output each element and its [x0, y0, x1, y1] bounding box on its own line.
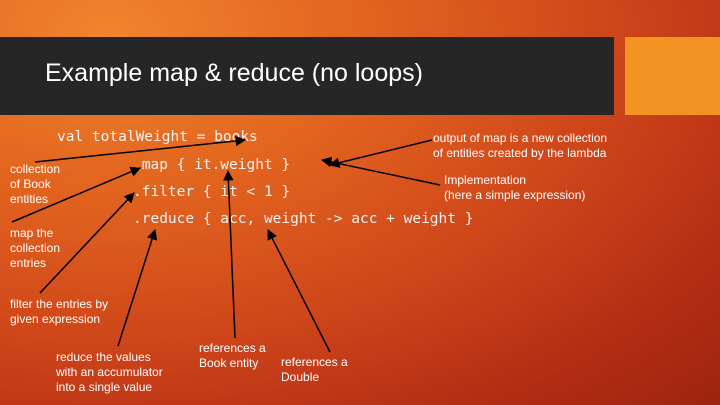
arrow-reduce — [117, 228, 158, 347]
arrow-collection — [34, 135, 247, 163]
arrow-implementation — [320, 156, 441, 186]
arrow-double — [267, 229, 331, 353]
slide: Example map & reduce (no loops) val tota… — [0, 0, 720, 405]
arrow-book-entity — [223, 169, 236, 339]
arrow-output-map — [328, 139, 433, 168]
arrow-filter — [39, 192, 135, 294]
annotation-arrows — [11, 135, 441, 353]
arrow-map — [11, 166, 141, 223]
